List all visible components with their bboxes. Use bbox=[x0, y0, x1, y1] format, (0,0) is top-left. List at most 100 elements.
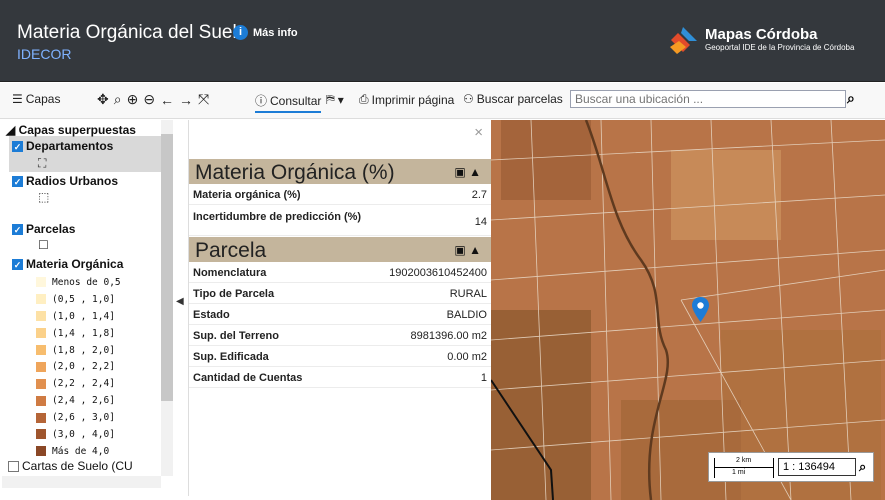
binoculars-icon: ⚇ bbox=[463, 92, 474, 106]
print-label: Imprimir página bbox=[371, 92, 455, 107]
map-marker-icon[interactable] bbox=[692, 297, 709, 322]
search-icon[interactable]: ⌕ bbox=[859, 459, 866, 475]
table-row: Sup. Edificada 0.00 m2 bbox=[189, 346, 491, 367]
legend-item: (2,0 , 2,2] bbox=[36, 358, 121, 375]
checkbox-empty-icon[interactable] bbox=[8, 460, 19, 472]
print-icon: ⎙ bbox=[359, 92, 369, 106]
legend-item: (2,6 , 3,0] bbox=[36, 409, 121, 426]
row-key: Cantidad de Cuentas bbox=[193, 372, 303, 384]
row-key: Sup. del Terreno bbox=[193, 330, 279, 342]
layer-tree-root-label: Capas superpuestas bbox=[18, 123, 136, 137]
legend-item: (0,5 , 1,0] bbox=[36, 291, 121, 308]
zoom-out-icon[interactable]: ⊖ bbox=[143, 91, 157, 108]
legend-swatch bbox=[36, 429, 46, 440]
close-icon[interactable]: × bbox=[474, 124, 483, 141]
layer-label: Parcelas bbox=[26, 222, 76, 236]
legend-label: (0,5 , 1,0] bbox=[52, 293, 115, 305]
section-title: Materia Orgánica (%) bbox=[195, 161, 395, 184]
collapse-icon: ◢ bbox=[6, 123, 16, 137]
section-materia-organica: Materia Orgánica (%) ▣ ▲ bbox=[189, 159, 491, 184]
layer-label: Materia Orgánica bbox=[26, 257, 124, 271]
legend-item: (1,4 , 1,8] bbox=[36, 325, 121, 342]
location-search-input[interactable] bbox=[570, 90, 846, 108]
legend-label: Más de 4,0 bbox=[52, 445, 110, 457]
search-icon[interactable]: ⌕ bbox=[847, 90, 855, 107]
row-key: Estado bbox=[193, 309, 230, 321]
layer-materia-organica[interactable]: ✓ Materia Orgánica bbox=[12, 257, 123, 271]
checkbox-checked-icon[interactable]: ✓ bbox=[12, 175, 23, 187]
legend-item: (2,4 , 2,6] bbox=[36, 392, 121, 409]
legend-item: (2,2 , 2,4] bbox=[36, 375, 121, 392]
layer-label: Cartas de Suelo (CU bbox=[22, 459, 133, 473]
layer-label: Radios Urbanos bbox=[26, 174, 119, 188]
table-row: Incertidumbre de predicción (%) 14 bbox=[189, 206, 491, 236]
checkbox-checked-icon[interactable]: ✓ bbox=[12, 258, 23, 270]
zoom-icon[interactable]: ⌕ bbox=[114, 91, 124, 108]
more-info-button[interactable]: i Más info bbox=[233, 25, 298, 40]
scale-widget: 2 km 1 mi ⌕ bbox=[708, 452, 874, 482]
row-value: 0.00 m2 bbox=[447, 351, 487, 363]
kml-icon[interactable]: ▣ bbox=[454, 243, 465, 257]
search-parcels-label: Buscar parcelas bbox=[476, 92, 563, 106]
query-button[interactable]: ⓘ Consultar bbox=[255, 92, 322, 113]
layer-parcelas[interactable]: ✓ Parcelas bbox=[12, 222, 75, 236]
row-value: 8981396.00 m2 bbox=[410, 330, 487, 342]
section-tools: ▣ ▲ bbox=[454, 165, 481, 179]
scale-input[interactable] bbox=[778, 458, 856, 476]
table-row: Materia orgánica (%) 2.7 bbox=[189, 184, 491, 205]
full-extent-icon[interactable]: ⤧ bbox=[198, 91, 211, 108]
legend-swatch bbox=[36, 345, 46, 355]
legend-label: (1,4 , 1,8] bbox=[52, 327, 115, 339]
legend-swatch bbox=[36, 277, 46, 288]
square-icon: ☐ bbox=[38, 238, 49, 252]
brand-subtitle: Geoportal IDE de la Provincia de Córdoba bbox=[705, 43, 855, 52]
table-row: Nomenclatura 1902003610452400 bbox=[189, 262, 491, 283]
layer-tree-root[interactable]: ◢ Capas superpuestas bbox=[6, 123, 136, 137]
legend-swatch bbox=[36, 361, 46, 372]
collapse-up-icon[interactable]: ▲ bbox=[469, 243, 481, 257]
scale-km-label: 2 km bbox=[736, 457, 752, 464]
zoom-in-icon[interactable]: ⊕ bbox=[127, 91, 141, 108]
dashed-square-icon: ⬚ bbox=[38, 190, 50, 204]
legend-label: (3,0 , 4,0] bbox=[52, 428, 115, 440]
layer-radios-urbanos[interactable]: ✓ Radios Urbanos bbox=[12, 174, 118, 188]
forward-icon[interactable]: → bbox=[179, 92, 195, 108]
scale-bar: 2 km 1 mi bbox=[714, 457, 774, 478]
back-icon[interactable]: ← bbox=[160, 92, 176, 108]
scrollbar-thumb[interactable] bbox=[161, 134, 173, 401]
row-value: RURAL bbox=[449, 288, 487, 300]
collapse-sidebar-icon[interactable]: ◀ bbox=[176, 296, 184, 307]
logo-icon bbox=[670, 27, 697, 54]
legend-item: (1,0 , 1,4] bbox=[36, 308, 121, 325]
legend-label: (1,8 , 2,0] bbox=[52, 344, 115, 356]
legend-label: (1,0 , 1,4] bbox=[52, 310, 115, 322]
row-value: 1902003610452400 bbox=[389, 267, 487, 279]
legend-swatch bbox=[36, 446, 46, 457]
kml-icon[interactable]: ▣ bbox=[454, 165, 465, 179]
horizontal-scrollbar[interactable] bbox=[2, 476, 161, 488]
layers-button[interactable]: ☰ Capas bbox=[12, 92, 60, 106]
legend: Menos de 0,5 (0,5 , 1,0] (1,0 , 1,4] (1,… bbox=[36, 274, 121, 460]
legend-item: (1,8 , 2,0] bbox=[36, 342, 121, 359]
map-layer bbox=[491, 120, 885, 500]
map-canvas[interactable] bbox=[491, 120, 885, 500]
row-value: 1 bbox=[480, 372, 487, 384]
legend-item: Menos de 0,5 bbox=[36, 274, 121, 291]
collapse-up-icon[interactable]: ▲ bbox=[469, 165, 481, 179]
select-dropdown[interactable]: ⛿ ▾ bbox=[326, 92, 344, 107]
row-key: Incertidumbre de predicción (%) bbox=[193, 211, 362, 223]
checkbox-checked-icon[interactable]: ✓ bbox=[12, 140, 23, 152]
search-parcels-button[interactable]: ⚇ Buscar parcelas bbox=[463, 92, 563, 106]
section-tools: ▣ ▲ bbox=[454, 243, 481, 257]
layer-cartas-suelo[interactable]: Cartas de Suelo (CU bbox=[8, 459, 133, 473]
map-tools: ✥ ⌕ ⊕ ⊖ ← → ⤧ bbox=[97, 91, 211, 108]
brand-name: Mapas Córdoba bbox=[705, 26, 818, 43]
legend-label: Menos de 0,5 bbox=[52, 276, 121, 288]
print-button[interactable]: ⎙ Imprimir página bbox=[359, 92, 454, 107]
row-key: Sup. Edificada bbox=[193, 351, 269, 363]
menu-icon: ☰ bbox=[12, 92, 23, 106]
layer-departamentos[interactable]: ✓ Departamentos bbox=[12, 139, 113, 153]
pan-icon[interactable]: ✥ bbox=[97, 91, 111, 108]
select-icon: ⛿ bbox=[326, 92, 335, 106]
checkbox-checked-icon[interactable]: ✓ bbox=[12, 223, 23, 235]
